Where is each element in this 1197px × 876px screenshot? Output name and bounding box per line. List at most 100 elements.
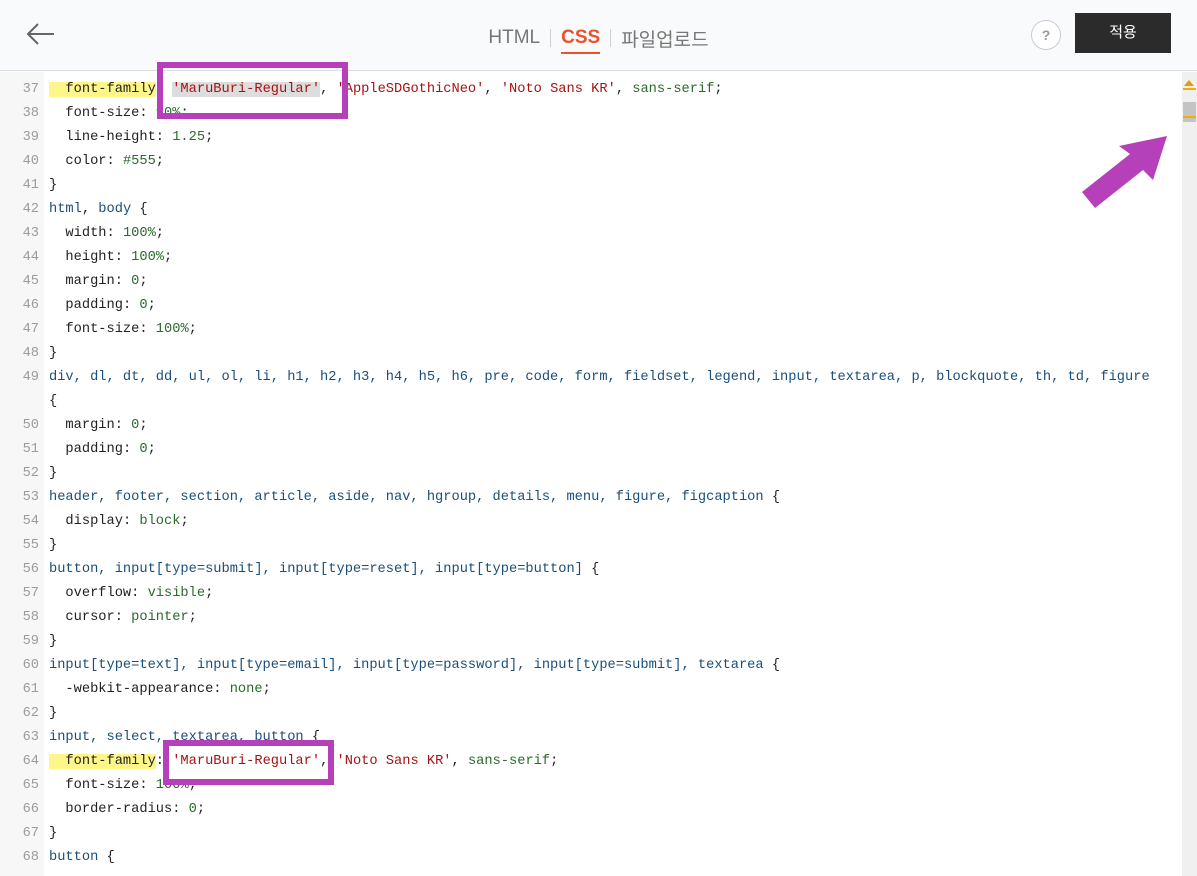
code-token: ; xyxy=(188,322,197,337)
code-line[interactable]: 51 padding: 0; xyxy=(0,438,1182,462)
code-line[interactable]: 50 margin: 0; xyxy=(0,414,1182,438)
code-token: : xyxy=(213,682,230,697)
code-line[interactable]: 55} xyxy=(0,534,1182,558)
code-line[interactable]: 42 html, body { xyxy=(0,198,1182,222)
code-token: : xyxy=(122,514,140,529)
code-token: ; xyxy=(262,682,271,697)
code-token: ; xyxy=(196,802,206,817)
line-number: 68 xyxy=(22,850,39,865)
code-lines: 37 font-family: 'MaruBuri-Regular', 'App… xyxy=(0,78,1182,870)
code-line[interactable]: 62} xyxy=(0,702,1182,726)
code-line[interactable]: 40 color: #555; xyxy=(0,150,1182,174)
code-text: button { xyxy=(44,846,115,870)
code-token: -webkit-appearance xyxy=(49,682,214,697)
code-token: , xyxy=(451,754,468,769)
tab-html[interactable]: HTML xyxy=(488,27,540,49)
code-token: 90% xyxy=(155,106,181,121)
code-text: margin: 0; xyxy=(44,414,147,438)
code-token: : xyxy=(122,442,140,457)
code-line[interactable]: 49 div, dl, dt, dd, ul, ol, li, h1, h2, h… xyxy=(0,366,1182,390)
code-text: font-family: 'MaruBuri-Regular', 'AppleS… xyxy=(44,78,723,102)
code-token: 0 xyxy=(139,442,148,457)
code-token: : xyxy=(155,82,173,97)
code-token: margin xyxy=(49,418,115,433)
code-text: { xyxy=(44,390,57,414)
code-text: input, select, textarea, button { xyxy=(44,726,320,750)
line-number: 41 xyxy=(22,178,39,193)
line-number: 49 xyxy=(22,370,39,385)
code-line[interactable]: 48} xyxy=(0,342,1182,366)
code-token: 100% xyxy=(122,226,156,241)
code-text: display: block; xyxy=(44,510,189,534)
code-text: padding: 0; xyxy=(44,438,155,462)
code-text: height: 100%; xyxy=(44,246,172,270)
line-number: 43 xyxy=(22,226,39,241)
line-number: 66 xyxy=(22,802,39,817)
code-text: overflow: visible; xyxy=(44,582,213,606)
code-line[interactable]: 56 button, input[type=submit], input[type… xyxy=(0,558,1182,582)
code-line[interactable]: 46 padding: 0; xyxy=(0,294,1182,318)
code-line[interactable]: 68 button { xyxy=(0,846,1182,870)
line-number: 54 xyxy=(22,514,39,529)
code-line[interactable]: 45 margin: 0; xyxy=(0,270,1182,294)
code-text: } xyxy=(44,822,57,846)
code-line[interactable]: 60 input[type=text], input[type=email], i… xyxy=(0,654,1182,678)
code-line[interactable]: 41} xyxy=(0,174,1182,198)
code-line[interactable]: 39 line-height: 1.25; xyxy=(0,126,1182,150)
code-token: : xyxy=(106,154,123,169)
code-token: margin xyxy=(49,274,115,289)
code-token: font-family xyxy=(49,754,156,769)
apply-button[interactable]: 적용 xyxy=(1075,13,1171,53)
code-text: } xyxy=(44,702,57,726)
code-line[interactable]: 66 border-radius: 0; xyxy=(0,798,1182,822)
line-number: 48 xyxy=(22,346,39,361)
code-text: padding: 0; xyxy=(44,294,155,318)
code-line[interactable]: 63 input, select, textarea, button { xyxy=(0,726,1182,750)
code-token: pointer xyxy=(131,610,189,625)
tab-file-upload[interactable]: 파일업로드 xyxy=(621,25,708,52)
help-icon[interactable]: ? xyxy=(1031,20,1061,50)
code-token: } xyxy=(49,466,58,481)
code-text: font-size: 90%; xyxy=(44,102,188,126)
line-number: 60 xyxy=(22,658,39,673)
line-number: 56 xyxy=(22,562,39,577)
code-line[interactable]: 64 font-family: 'MaruBuri-Regular', 'Not… xyxy=(0,750,1182,774)
code-line[interactable]: 58 cursor: pointer; xyxy=(0,606,1182,630)
code-token: cursor xyxy=(49,610,115,625)
code-token: width xyxy=(49,226,107,241)
code-token: button, input[type=submit], input[type=r… xyxy=(49,562,583,577)
code-line[interactable]: 59} xyxy=(0,630,1182,654)
line-number: 46 xyxy=(22,298,39,313)
code-line[interactable]: 47 font-size: 100%; xyxy=(0,318,1182,342)
line-number: 38 xyxy=(22,106,39,121)
scroll-up-icon[interactable] xyxy=(1184,80,1194,86)
code-line[interactable]: 57 overflow: visible; xyxy=(0,582,1182,606)
css-code-editor[interactable]: 37 font-family: 'MaruBuri-Regular', 'App… xyxy=(0,72,1182,876)
code-line[interactable]: 52} xyxy=(0,462,1182,486)
code-line[interactable]: 61 -webkit-appearance: none; xyxy=(0,678,1182,702)
code-token: : xyxy=(155,130,173,145)
code-token: , xyxy=(615,82,633,97)
tab-css[interactable]: CSS xyxy=(561,27,601,54)
code-text: header, footer, section, article, aside,… xyxy=(44,486,780,510)
code-token: button xyxy=(49,850,99,865)
code-token: header, footer, section, article, aside,… xyxy=(49,490,764,505)
code-line[interactable]: 53 header, footer, section, article, asid… xyxy=(0,486,1182,510)
code-line[interactable]: 38 font-size: 90%; xyxy=(0,102,1182,126)
code-token: 1.25 xyxy=(172,130,206,145)
code-token: ; xyxy=(180,514,189,529)
code-token: color xyxy=(49,154,107,169)
code-line[interactable]: 54 display: block; xyxy=(0,510,1182,534)
code-line[interactable]: 65 font-size: 100%; xyxy=(0,774,1182,798)
line-number: 61 xyxy=(22,682,39,697)
code-line[interactable]: 37 font-family: 'MaruBuri-Regular', 'App… xyxy=(0,78,1182,102)
search-match-marker xyxy=(1183,88,1196,90)
code-line[interactable]: 43 width: 100%; xyxy=(0,222,1182,246)
code-token: sans-serif xyxy=(467,754,551,769)
code-line[interactable]: 67} xyxy=(0,822,1182,846)
code-line[interactable]: 44 height: 100%; xyxy=(0,246,1182,270)
vertical-scrollbar[interactable] xyxy=(1182,72,1197,876)
editor-toolbar: HTML CSS 파일업로드 ? 적용 xyxy=(0,0,1197,71)
code-line[interactable]: { xyxy=(0,390,1182,414)
scrollbar-thumb[interactable] xyxy=(1183,102,1196,122)
